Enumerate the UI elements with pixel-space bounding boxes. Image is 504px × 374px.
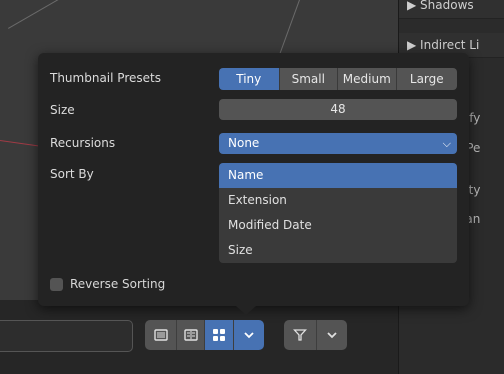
panel-row-shadows[interactable]: ▶ Shadows [399,0,504,19]
filter-icon[interactable] [284,320,317,350]
filter-dropdown[interactable] [317,320,347,350]
sort-option-label: Modified Date [228,218,312,232]
list-horizontal-icon[interactable] [177,320,205,350]
size-field[interactable]: 48 [219,99,457,120]
recursions-label: Recursions [50,136,116,150]
sort-by-label: Sort By [50,167,94,181]
checkbox-box[interactable] [50,277,63,291]
sort-option-modified-date[interactable]: Modified Date [219,213,457,239]
sort-option-label: Extension [228,193,287,207]
sort-option-extension[interactable]: Extension [219,188,457,214]
filter-icon-glyph [293,329,307,341]
grid-line [8,0,113,29]
display-settings-popup: Thumbnail Presets Tiny Small Medium Larg… [38,53,469,306]
thumbnail-presets-segmented: Tiny Small Medium Large [219,68,457,90]
reverse-sorting-checkbox[interactable]: Reverse Sorting [50,276,165,292]
filter-group [284,320,347,350]
panel-item-label: ▶ Shadows [407,0,474,12]
preset-tiny-button[interactable]: Tiny [219,68,280,90]
reverse-sorting-label: Reverse Sorting [70,277,166,291]
preset-large-button[interactable]: Large [396,68,457,90]
size-label: Size [50,103,75,117]
preset-medium-button[interactable]: Medium [338,68,397,90]
popup-pointer [236,306,256,315]
list-vertical-icon-glyph [153,329,168,341]
chevron-down-icon: ⌵ [442,137,451,150]
filename-field[interactable] [0,320,133,352]
thumbnails-icon-glyph [213,329,225,341]
thumbnails-icon[interactable] [205,320,234,350]
chevron-down-icon [327,332,337,339]
sort-option-size[interactable]: Size [219,238,457,263]
chevron-down-icon [244,332,254,339]
recursions-value: None [228,136,260,150]
recursions-select[interactable]: None ⌵ [219,133,457,154]
thumbnail-presets-label: Thumbnail Presets [50,71,161,85]
grid-line [278,0,300,57]
sort-by-list: Name Extension Modified Date Size [219,163,457,263]
preset-small-button[interactable]: Small [279,68,339,90]
sort-option-name[interactable]: Name [219,163,457,189]
list-vertical-icon[interactable] [145,320,177,350]
view-options-dropdown[interactable] [234,320,264,350]
list-horizontal-icon-glyph [183,329,198,341]
sort-option-label: Name [228,168,264,182]
sort-option-label: Size [228,243,253,257]
view-mode-group [145,320,264,350]
